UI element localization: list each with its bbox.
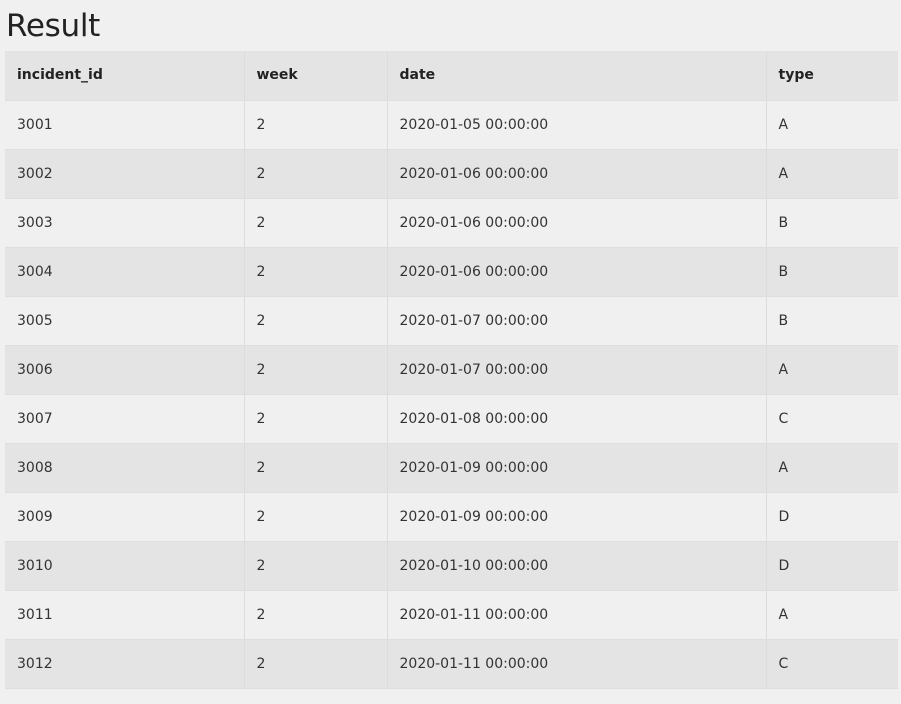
- type-cell: A: [766, 590, 898, 640]
- column-header-type: type: [766, 51, 898, 101]
- type-cell: D: [766, 492, 898, 542]
- date-cell: 2020-01-06 00:00:00: [387, 149, 767, 199]
- page-title: Result: [6, 8, 100, 44]
- column-header-incident-id: incident_id: [5, 51, 245, 101]
- incident-id-cell: 3010: [5, 541, 245, 591]
- date-cell: 2020-01-10 00:00:00: [387, 541, 767, 591]
- incident-id-cell: 3001: [5, 100, 245, 150]
- table-row: 3008 2 2020-01-09 00:00:00 A: [5, 443, 898, 493]
- table-row: 3007 2 2020-01-08 00:00:00 C: [5, 394, 898, 444]
- type-cell: C: [766, 639, 898, 689]
- date-cell: 2020-01-11 00:00:00: [387, 590, 767, 640]
- column-header-week: week: [244, 51, 388, 101]
- table-row: 3004 2 2020-01-06 00:00:00 B: [5, 247, 898, 297]
- week-cell: 2: [244, 247, 388, 297]
- incident-id-cell: 3005: [5, 296, 245, 346]
- week-cell: 2: [244, 443, 388, 493]
- result-table: incident_id week date type 3001 2 2020-01-…: [5, 51, 898, 689]
- table-header: incident_id week date type: [5, 51, 898, 101]
- date-cell: 2020-01-11 00:00:00: [387, 639, 767, 689]
- incident-id-cell: 3003: [5, 198, 245, 248]
- week-cell: 2: [244, 198, 388, 248]
- table-row: 3002 2 2020-01-06 00:00:00 A: [5, 149, 898, 199]
- type-cell: B: [766, 198, 898, 248]
- type-cell: C: [766, 394, 898, 444]
- result-page: Result incident_id week date type 3001 2 2…: [0, 0, 901, 704]
- date-cell: 2020-01-09 00:00:00: [387, 443, 767, 493]
- table-row: 3006 2 2020-01-07 00:00:00 A: [5, 345, 898, 395]
- column-header-date: date: [387, 51, 767, 101]
- week-cell: 2: [244, 296, 388, 346]
- table-row: 3001 2 2020-01-05 00:00:00 A: [5, 100, 898, 150]
- type-cell: D: [766, 541, 898, 591]
- type-cell: A: [766, 149, 898, 199]
- incident-id-cell: 3011: [5, 590, 245, 640]
- date-cell: 2020-01-05 00:00:00: [387, 100, 767, 150]
- week-cell: 2: [244, 590, 388, 640]
- incident-id-cell: 3009: [5, 492, 245, 542]
- week-cell: 2: [244, 492, 388, 542]
- week-cell: 2: [244, 149, 388, 199]
- date-cell: 2020-01-09 00:00:00: [387, 492, 767, 542]
- date-cell: 2020-01-06 00:00:00: [387, 247, 767, 297]
- incident-id-cell: 3004: [5, 247, 245, 297]
- type-cell: A: [766, 100, 898, 150]
- type-cell: B: [766, 247, 898, 297]
- table-row: 3009 2 2020-01-09 00:00:00 D: [5, 492, 898, 542]
- incident-id-cell: 3008: [5, 443, 245, 493]
- week-cell: 2: [244, 394, 388, 444]
- date-cell: 2020-01-07 00:00:00: [387, 345, 767, 395]
- table-row: 3012 2 2020-01-11 00:00:00 C: [5, 639, 898, 689]
- date-cell: 2020-01-07 00:00:00: [387, 296, 767, 346]
- week-cell: 2: [244, 639, 388, 689]
- incident-id-cell: 3012: [5, 639, 245, 689]
- incident-id-cell: 3006: [5, 345, 245, 395]
- table-row: 3011 2 2020-01-11 00:00:00 A: [5, 590, 898, 640]
- week-cell: 2: [244, 100, 388, 150]
- date-cell: 2020-01-08 00:00:00: [387, 394, 767, 444]
- week-cell: 2: [244, 541, 388, 591]
- incident-id-cell: 3007: [5, 394, 245, 444]
- table-row: 3005 2 2020-01-07 00:00:00 B: [5, 296, 898, 346]
- table-row: 3010 2 2020-01-10 00:00:00 D: [5, 541, 898, 591]
- header-row: incident_id week date type: [5, 51, 898, 101]
- date-cell: 2020-01-06 00:00:00: [387, 198, 767, 248]
- incident-id-cell: 3002: [5, 149, 245, 199]
- type-cell: B: [766, 296, 898, 346]
- table-body: 3001 2 2020-01-05 00:00:00 A 3002 2 2020-01-06…: [5, 100, 898, 689]
- table-row: 3003 2 2020-01-06 00:00:00 B: [5, 198, 898, 248]
- type-cell: A: [766, 345, 898, 395]
- type-cell: A: [766, 443, 898, 493]
- week-cell: 2: [244, 345, 388, 395]
